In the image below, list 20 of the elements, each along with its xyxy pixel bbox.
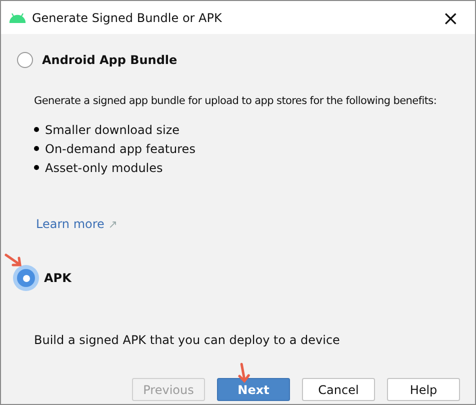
- bullet-icon: [34, 127, 39, 132]
- option-description: Build a signed APK that you can deploy to a device: [34, 332, 341, 350]
- option-description: Generate a signed app bundle for upload to app stores for the following benefits:: [34, 94, 437, 109]
- close-button[interactable]: ×: [438, 8, 463, 28]
- option-label: Android App Bundle: [42, 52, 178, 69]
- bullet-text: Smaller download size: [45, 122, 180, 139]
- window-title: Generate Signed Bundle or APK: [32, 10, 222, 26]
- bullet-icon: [34, 146, 39, 152]
- radio-button[interactable]: [17, 52, 33, 68]
- annotation-arrow-icon: [4, 253, 24, 270]
- option-label: APK: [44, 270, 72, 288]
- radio-button[interactable]: [17, 269, 35, 288]
- bullet-text: Asset-only modules: [45, 160, 163, 177]
- bullet-icon: [34, 165, 39, 170]
- android-icon: [9, 12, 26, 22]
- dialog-button[interactable]: Help: [387, 378, 460, 402]
- dialog-button[interactable]: Cancel: [302, 378, 375, 402]
- dialog-button[interactable]: Next: [217, 378, 290, 402]
- bullet-text: On-demand app features: [45, 140, 196, 158]
- learn-more-link[interactable]: Learn more ↗: [36, 214, 118, 234]
